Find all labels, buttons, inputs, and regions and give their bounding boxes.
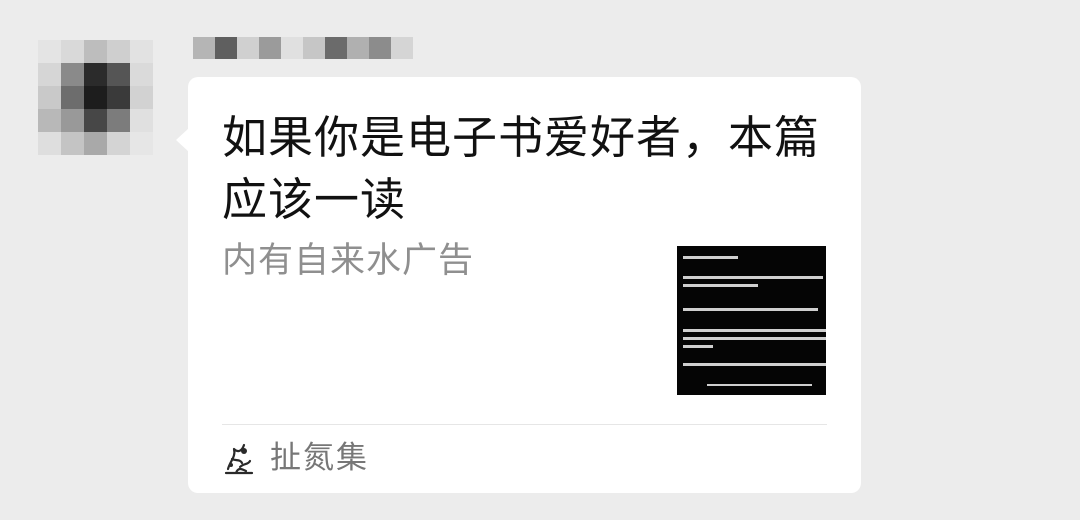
article-card[interactable]: 如果你是电子书爱好者，本篇应该一读 内有自来水广告 扯氮集: [188, 77, 861, 493]
source-name: 扯氮集: [270, 440, 369, 476]
ink-sketch-logo-icon: [224, 443, 254, 475]
source-account[interactable]: 扯氮集: [222, 434, 369, 482]
article-title: 如果你是电子书爱好者，本篇应该一读: [222, 111, 821, 226]
article-thumbnail: [677, 246, 826, 395]
sender-name-pixelated: [193, 37, 413, 59]
article-description: 内有自来水广告: [222, 241, 475, 281]
divider: [222, 424, 827, 425]
avatar[interactable]: [38, 40, 153, 155]
